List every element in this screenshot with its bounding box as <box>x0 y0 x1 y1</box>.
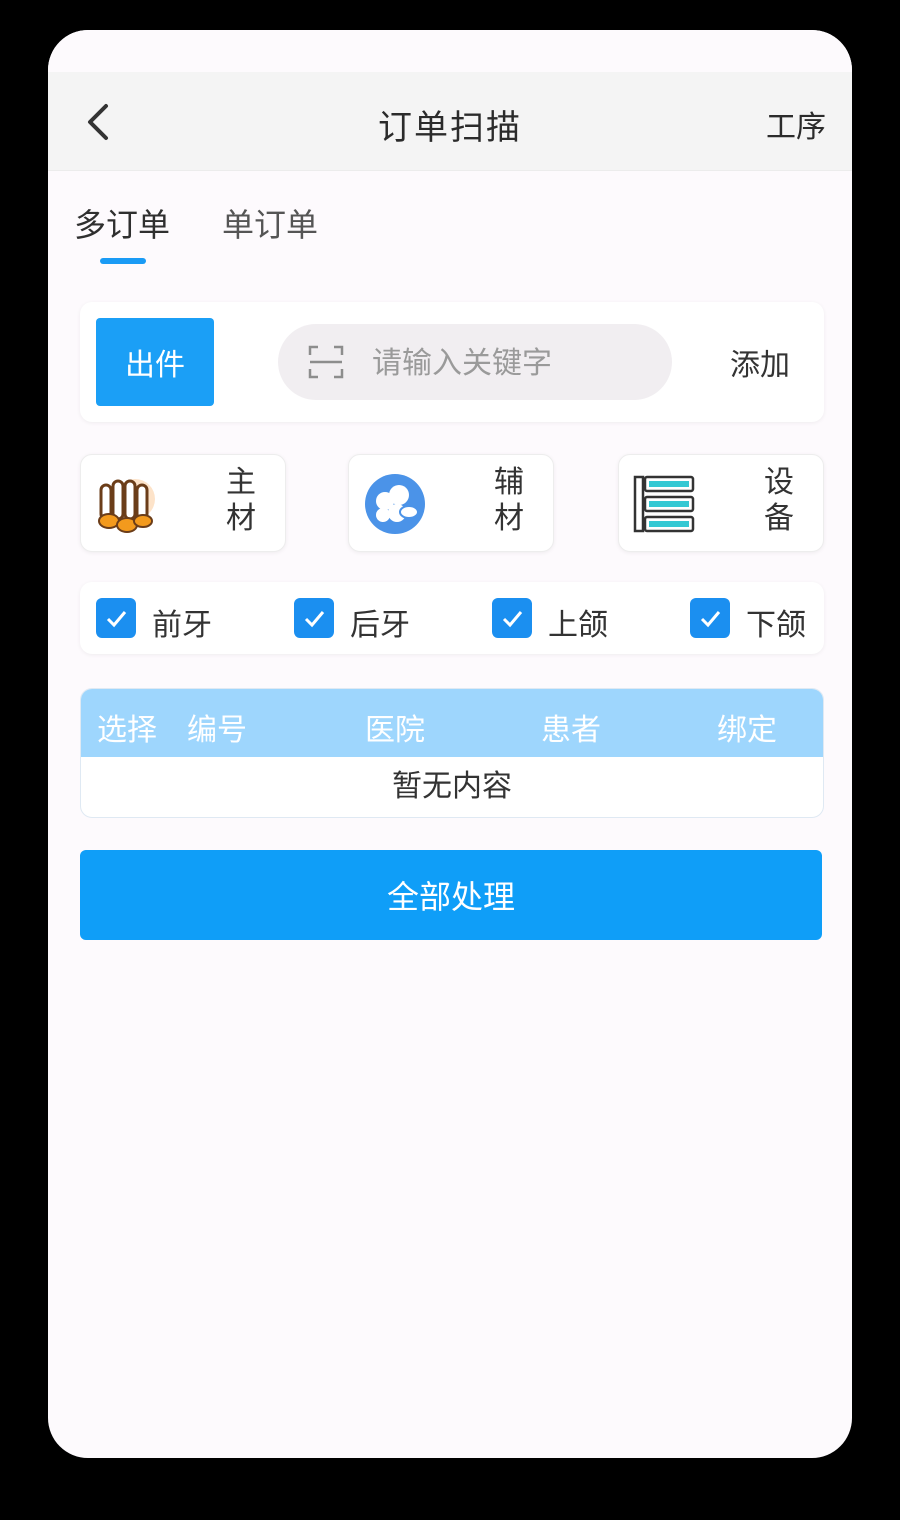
scan-panel: 出件 添加 <box>80 302 824 422</box>
tab-multi-order[interactable]: 多订单 <box>74 200 170 246</box>
add-button[interactable]: 添加 <box>730 340 790 384</box>
status-bar-area <box>48 30 852 72</box>
main-material-label: 主材 <box>226 465 256 536</box>
process-step-button[interactable]: 工序 <box>766 102 826 146</box>
equipment-server-icon <box>633 475 695 533</box>
checkbox-checked-icon[interactable] <box>96 598 136 638</box>
column-select: 选择 <box>97 713 157 748</box>
equipment-label: 设备 <box>764 465 794 536</box>
column-hospital: 医院 <box>365 713 425 748</box>
filter-label: 后牙 <box>350 608 410 643</box>
page-title: 订单扫描 <box>378 108 522 148</box>
equipment-card[interactable]: 设备 <box>618 454 824 552</box>
filter-label: 前牙 <box>152 608 212 643</box>
empty-state: 暂无内容 <box>392 769 512 804</box>
phone-screen: 订单扫描 工序 多订单 单订单 出件 添加 主材 <box>48 30 852 1458</box>
active-tab-indicator <box>100 258 146 264</box>
keyword-input[interactable] <box>370 334 644 392</box>
search-box <box>278 324 672 400</box>
order-table: 选择 编号 医院 患者 绑定 暂无内容 <box>80 688 824 818</box>
table-header: 选择 编号 医院 患者 绑定 <box>81 689 823 757</box>
filter-label: 下颌 <box>746 608 806 643</box>
tooth-filter-panel: 前牙 后牙 上颌 下颌 <box>80 582 824 654</box>
auxiliary-material-card[interactable]: 辅材 <box>348 454 554 552</box>
column-bind: 绑定 <box>717 713 777 748</box>
main-material-icon <box>98 479 155 533</box>
process-all-button[interactable]: 全部处理 <box>80 850 822 940</box>
out-button[interactable]: 出件 <box>96 318 214 406</box>
order-tabs: 多订单 单订单 <box>48 170 852 270</box>
tab-single-order[interactable]: 单订单 <box>222 200 318 246</box>
main-material-card[interactable]: 主材 <box>80 454 286 552</box>
filter-label: 上颌 <box>548 608 608 643</box>
auxiliary-material-icon <box>365 474 425 534</box>
checkbox-checked-icon[interactable] <box>294 598 334 638</box>
scan-icon[interactable] <box>308 344 344 380</box>
nav-bar: 订单扫描 工序 <box>48 72 852 171</box>
checkbox-checked-icon[interactable] <box>492 598 532 638</box>
auxiliary-material-label: 辅材 <box>494 465 524 536</box>
column-number: 编号 <box>187 713 247 748</box>
checkbox-checked-icon[interactable] <box>690 598 730 638</box>
column-patient: 患者 <box>541 713 601 748</box>
